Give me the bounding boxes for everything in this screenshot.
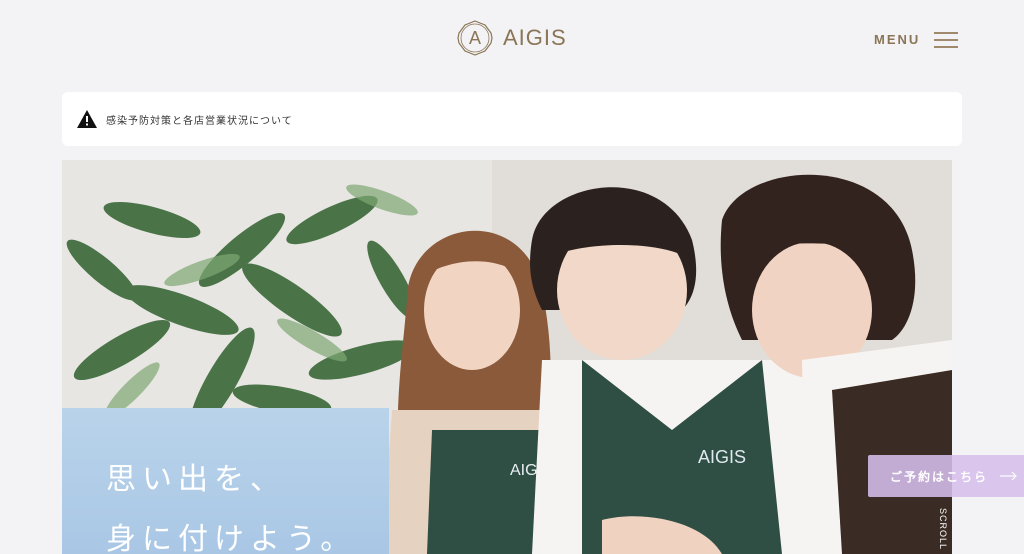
hero-copy-line-1: 思い出を、 (106, 462, 286, 497)
reserve-label: ご予約はこちら (890, 469, 989, 484)
scroll-indicator: SCROLL (938, 508, 948, 551)
menu-label: MENU (874, 31, 921, 47)
logo-emblem-icon: A (457, 20, 493, 56)
hamburger-icon (934, 30, 959, 48)
warning-icon (77, 110, 97, 128)
menu-button[interactable]: MENU (874, 27, 959, 51)
apron-brand-2: AIGIS (698, 447, 746, 467)
logo-letter: A (468, 27, 481, 48)
notice-text: 感染予防対策と各店営業状況について (106, 115, 293, 127)
hero-copy-box: 思い出を、 身に付けよう。 (62, 408, 389, 554)
hero-image: AIGIS AIGIS 思い出を、 身に付けよう。 (62, 160, 952, 554)
notice-banner[interactable]: 感染予防対策と各店営業状況について (62, 92, 962, 146)
arrow-right-icon (1000, 471, 1017, 481)
site-header: A AIGIS MENU (0, 0, 1024, 80)
site-logo[interactable]: A AIGIS (457, 19, 567, 57)
hero-copy-line-2: 身に付けよう。 (106, 522, 357, 554)
reserve-button[interactable]: ご予約はこちら (868, 455, 1024, 497)
logo-text: AIGIS (503, 25, 567, 50)
